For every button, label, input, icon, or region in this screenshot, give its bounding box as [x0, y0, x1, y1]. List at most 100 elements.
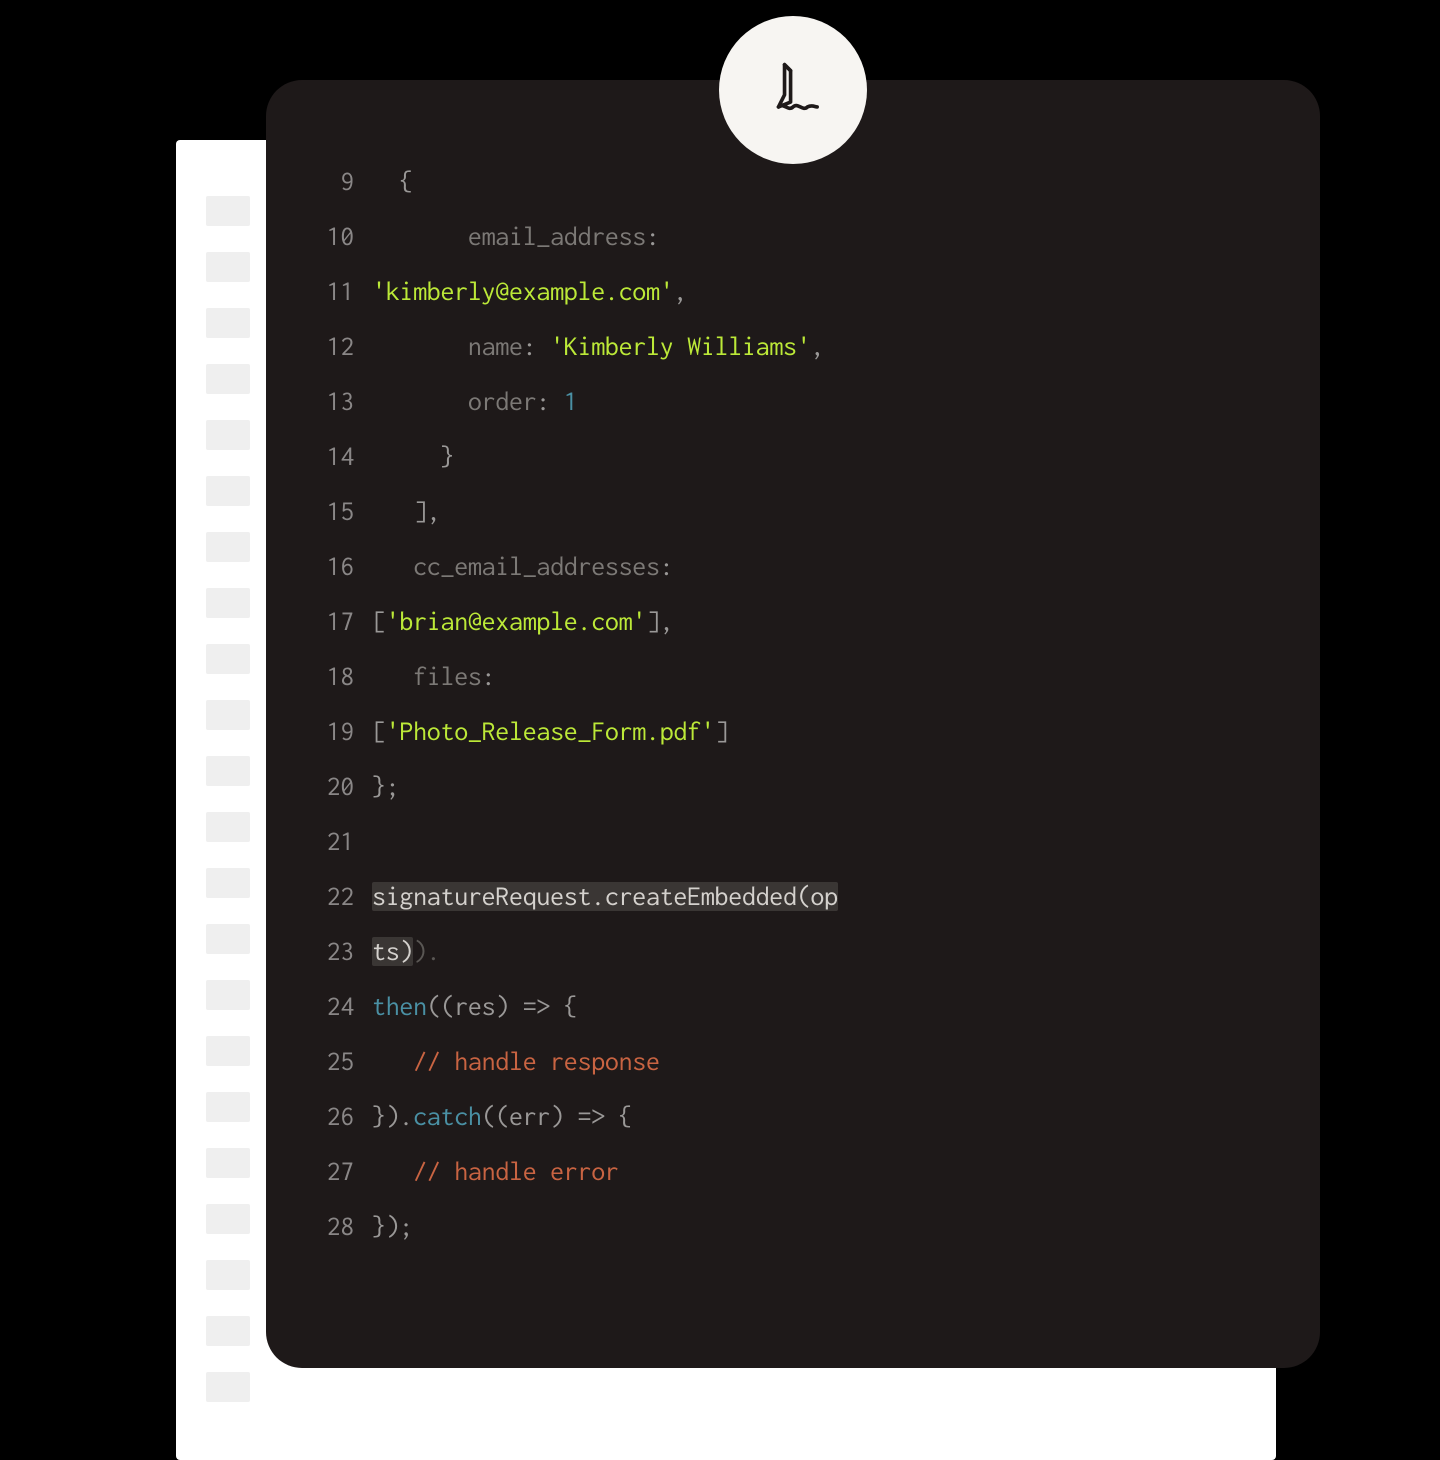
code-token: [372, 387, 468, 416]
line-content: order: 1: [372, 374, 1284, 429]
code-token: cc_email_addresses: [413, 552, 660, 581]
code-token: ],: [646, 607, 673, 636]
code-token: [372, 662, 413, 691]
code-line: 22 signatureRequest.createEmbedded(op: [302, 869, 1284, 924]
code-line: 25 // handle response: [302, 1034, 1284, 1089]
code-token: [372, 552, 413, 581]
background-placeholder-lines: [206, 196, 250, 1402]
placeholder-line: [206, 1316, 250, 1346]
code-token: [372, 1157, 413, 1186]
code-token: ,: [673, 277, 687, 306]
line-number: 15: [302, 484, 354, 539]
placeholder-line: [206, 644, 250, 674]
placeholder-line: [206, 756, 250, 786]
line-number: 19: [302, 704, 354, 759]
line-content: };: [372, 759, 1284, 814]
code-token: {: [372, 167, 413, 196]
line-content: name: 'Kimberly Williams',: [372, 319, 1284, 374]
code-line: 26}).catch((err) => {: [302, 1089, 1284, 1144]
code-block[interactable]: 9 {10 email_address:11'kimberly@example.…: [266, 144, 1320, 1290]
code-line: 17 ['brian@example.com'],: [302, 594, 1284, 649]
code-token: ts): [372, 937, 413, 966]
code-token: :: [536, 387, 563, 416]
line-content: 'kimberly@example.com',: [372, 264, 1284, 319]
line-number: 16: [302, 539, 354, 594]
code-token: ],: [372, 497, 441, 526]
code-token: // handle response: [413, 1047, 660, 1076]
code-token: }: [372, 442, 454, 471]
code-line: 28});: [302, 1199, 1284, 1254]
code-token: 'brian@example.com': [386, 607, 646, 636]
line-content: email_address:: [372, 209, 1284, 264]
line-number: 23: [302, 924, 354, 979]
code-editor-panel: 9 {10 email_address:11'kimberly@example.…: [266, 80, 1320, 1368]
code-line: 21: [302, 814, 1284, 869]
line-content: ts)).: [372, 924, 1284, 979]
placeholder-line: [206, 364, 250, 394]
code-token: email_address: [468, 222, 646, 251]
placeholder-line: [206, 980, 250, 1010]
code-token: }).: [372, 1102, 413, 1131]
code-line: 15 ],: [302, 484, 1284, 539]
placeholder-line: [206, 1036, 250, 1066]
code-line: 12 name: 'Kimberly Williams',: [302, 319, 1284, 374]
line-number: 27: [302, 1144, 354, 1199]
line-number: 12: [302, 319, 354, 374]
code-line: 27 // handle error: [302, 1144, 1284, 1199]
code-line: 23 ts)).: [302, 924, 1284, 979]
line-number: 17: [302, 594, 354, 649]
line-number: 22: [302, 869, 354, 924]
line-content: ],: [372, 484, 1284, 539]
code-token: :: [482, 662, 496, 691]
code-token: ((err) => {: [482, 1102, 633, 1131]
line-content: ['Photo_Release_Form.pdf']: [372, 704, 1284, 759]
line-content: cc_email_addresses:: [372, 539, 1284, 594]
code-line: 14 }: [302, 429, 1284, 484]
line-content: files:: [372, 649, 1284, 704]
code-line: 10 email_address:: [302, 209, 1284, 264]
code-token: });: [372, 1212, 413, 1241]
placeholder-line: [206, 532, 250, 562]
placeholder-line: [206, 252, 250, 282]
line-number: 25: [302, 1034, 354, 1089]
code-line: 16 cc_email_addresses:: [302, 539, 1284, 594]
code-token: [372, 827, 386, 856]
line-content: then((res) => {: [372, 979, 1284, 1034]
placeholder-line: [206, 196, 250, 226]
placeholder-line: [206, 700, 250, 730]
line-content: {: [372, 154, 1284, 209]
code-token: [372, 222, 468, 251]
code-token: :: [646, 222, 660, 251]
code-token: [372, 1047, 413, 1076]
code-token: 'Photo_Release_Form.pdf': [386, 717, 715, 746]
code-token: then: [372, 992, 427, 1021]
code-token: :: [660, 552, 674, 581]
code-token: catch: [413, 1102, 482, 1131]
placeholder-line: [206, 1148, 250, 1178]
signature-pen-icon: [719, 16, 867, 164]
code-token: ((res) => {: [427, 992, 578, 1021]
line-number: 13: [302, 374, 354, 429]
placeholder-line: [206, 812, 250, 842]
line-number: 24: [302, 979, 354, 1034]
code-token: ).: [413, 937, 440, 966]
placeholder-line: [206, 868, 250, 898]
line-number: 10: [302, 209, 354, 264]
code-line: 13 order: 1: [302, 374, 1284, 429]
code-token: signatureRequest.createEmbedded(op: [372, 882, 838, 911]
code-line: 19 ['Photo_Release_Form.pdf']: [302, 704, 1284, 759]
code-line: 18 files:: [302, 649, 1284, 704]
placeholder-line: [206, 924, 250, 954]
line-content: ['brian@example.com'],: [372, 594, 1284, 649]
line-number: 21: [302, 814, 354, 869]
line-content: signatureRequest.createEmbedded(op: [372, 869, 1284, 924]
placeholder-line: [206, 1204, 250, 1234]
line-number: 9: [302, 154, 354, 209]
line-number: 26: [302, 1089, 354, 1144]
placeholder-line: [206, 476, 250, 506]
code-token: name: [468, 332, 523, 361]
code-token: [372, 332, 468, 361]
line-number: 20: [302, 759, 354, 814]
placeholder-line: [206, 420, 250, 450]
code-token: // handle error: [413, 1157, 619, 1186]
